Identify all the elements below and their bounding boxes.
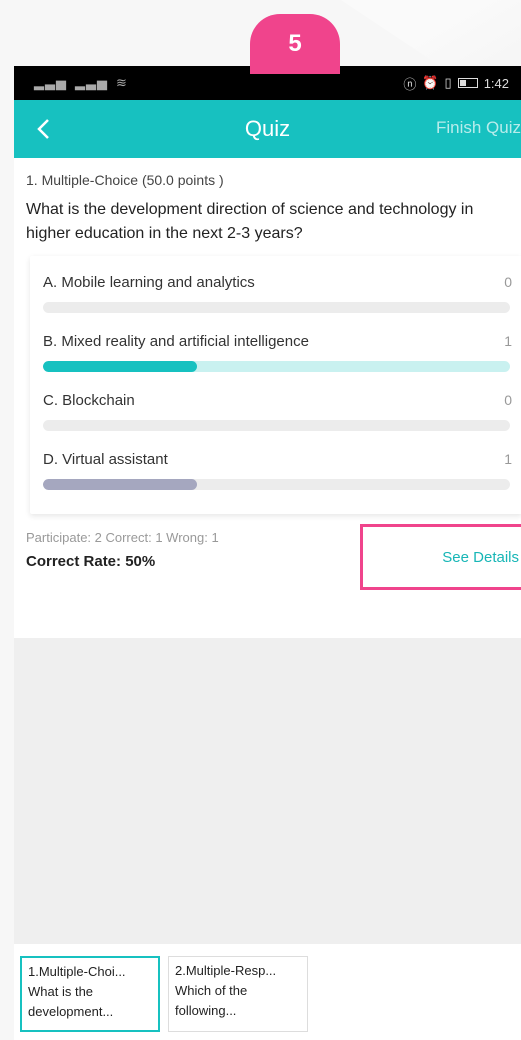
tab-text-more: following... (175, 1003, 237, 1018)
nfc-icon: ⓝ (403, 76, 417, 92)
option-bar (43, 302, 510, 313)
option-a: A. Mobile learning and analytics 0 (30, 268, 521, 313)
option-bar (43, 420, 510, 431)
tab-text-more: development... (28, 1004, 114, 1019)
status-right: ⓝ ⏰ ▯ 1:42 (403, 74, 509, 93)
option-label: C. Blockchain (43, 391, 135, 409)
signal-icons: ▂▃▅ ▂▃▅ ≋ (34, 75, 128, 91)
option-label: D. Virtual assistant (43, 450, 168, 468)
see-details-button[interactable]: See Details (360, 524, 521, 590)
option-count: 0 (504, 274, 512, 290)
nav-bar: Quiz Finish Quiz (14, 100, 521, 158)
tab-title: 2.Multiple-Resp... (175, 963, 277, 978)
question-text: What is the development direction of sci… (26, 201, 474, 242)
step-badge: 5 (250, 14, 340, 74)
finish-quiz-button[interactable]: Finish Quiz (436, 118, 521, 138)
vibrate-icon: ▯ (444, 75, 452, 90)
option-count: 0 (504, 392, 512, 408)
option-count: 1 (504, 451, 512, 467)
signal-icon-2: ▂▃▅ (75, 75, 108, 90)
result-summary: Participate: 2 Correct: 1 Wrong: 1 Corre… (26, 524, 521, 590)
option-label: A. Mobile learning and analytics (43, 273, 255, 291)
status-time: 1:42 (483, 75, 509, 91)
wifi-icon: ≋ (116, 75, 128, 90)
question-tabs: 1.Multiple-Choi... What is the developme… (14, 944, 521, 1040)
option-bar (43, 479, 510, 490)
tab-text: Which of the (175, 983, 248, 998)
option-d: D. Virtual assistant 1 (30, 445, 521, 490)
empty-area (14, 638, 521, 944)
option-c: C. Blockchain 0 (30, 386, 521, 431)
question-tab-1[interactable]: 1.Multiple-Choi... What is the developme… (20, 956, 160, 1032)
option-label: B. Mixed reality and artificial intellig… (43, 332, 309, 350)
tab-title: 1.Multiple-Choi... (28, 964, 126, 979)
question-type: 1. Multiple-Choice (50.0 points ) (26, 172, 224, 188)
question-tab-2[interactable]: 2.Multiple-Resp... Which of the followin… (168, 956, 308, 1032)
option-bar-fill (43, 361, 198, 372)
battery-icon (457, 78, 478, 88)
alarm-icon: ⏰ (422, 75, 439, 90)
tab-text: What is the (28, 984, 94, 999)
options-list: A. Mobile learning and analytics 0 B. Mi… (30, 256, 521, 514)
option-count: 1 (504, 333, 512, 349)
phone-screen: ▂▃▅ ▂▃▅ ≋ ⓝ ⏰ ▯ 1:42 Quiz Finish Quiz 1.… (14, 66, 521, 1040)
question-card: 1. Multiple-Choice (50.0 points ) What i… (14, 158, 521, 638)
option-b: B. Mixed reality and artificial intellig… (30, 327, 521, 372)
option-bar-fill (43, 479, 198, 490)
option-bar (43, 361, 510, 372)
signal-icon: ▂▃▅ (34, 75, 67, 90)
